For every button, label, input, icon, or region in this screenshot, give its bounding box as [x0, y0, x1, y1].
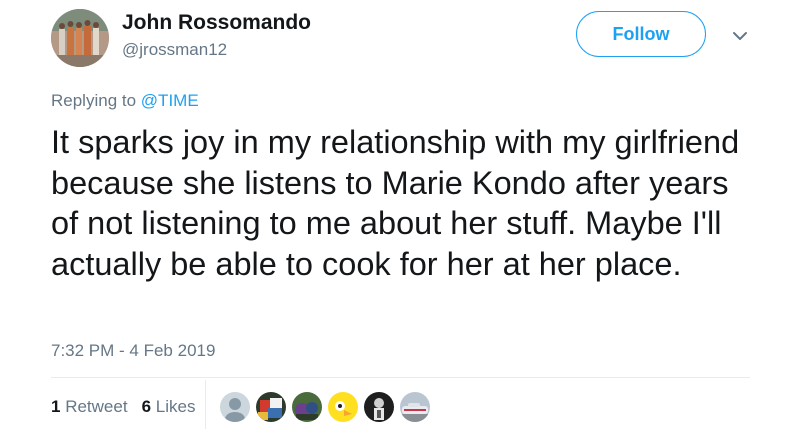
user-display-name[interactable]: John Rossomando [122, 11, 311, 35]
stats-separator [205, 380, 206, 429]
retweets-label: Retweet [65, 397, 128, 416]
follow-button[interactable]: Follow [576, 11, 706, 57]
tweet-stats: 1 Retweet 6 Likes [51, 397, 195, 417]
liker-avatar[interactable] [400, 392, 430, 422]
likes-stat[interactable]: 6 Likes [142, 397, 196, 416]
avatar[interactable] [51, 9, 109, 67]
user-handle[interactable]: @jrossman12 [122, 40, 227, 60]
replying-to-label: Replying to [51, 91, 137, 110]
liker-avatar[interactable] [256, 392, 286, 422]
retweets-stat[interactable]: 1 Retweet [51, 397, 128, 416]
liker-avatar[interactable] [364, 392, 394, 422]
liker-avatar[interactable] [292, 392, 322, 422]
likes-label: Likes [155, 397, 196, 416]
liker-avatar[interactable] [328, 392, 358, 422]
likes-count: 6 [141, 397, 152, 416]
reply-mention-link[interactable]: @TIME [141, 91, 199, 110]
liker-avatar[interactable] [220, 392, 250, 422]
tweet-timestamp[interactable]: 7:32 PM - 4 Feb 2019 [51, 341, 215, 361]
tweet-text: It sparks joy in my relationship with my… [51, 124, 740, 282]
replying-to: Replying to @TIME [51, 91, 199, 111]
divider [51, 377, 750, 378]
retweets-count: 1 [51, 397, 61, 416]
tweet-card: John Rossomando @jrossman12 Follow Reply… [0, 0, 800, 429]
chevron-down-icon[interactable] [731, 29, 749, 43]
